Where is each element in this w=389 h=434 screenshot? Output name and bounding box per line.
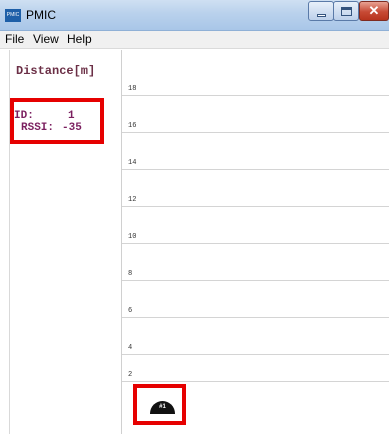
close-button[interactable]: ✕ [359,1,389,21]
rssi-value: -35 [62,122,82,134]
tick-label: 12 [128,196,137,204]
menu-bar: File View Help [0,31,389,49]
window-title: PMIC [26,8,56,22]
tick-label: 6 [128,307,133,315]
distance-label: Distance[m] [16,64,96,78]
app-icon: PMIC [5,9,21,22]
maximize-icon [341,7,352,16]
tick-label: 16 [128,122,137,130]
grid-line [122,132,389,133]
tick-label: 10 [128,233,137,241]
grid-line [122,317,389,318]
grid-line [122,95,389,96]
grid-line [122,243,389,244]
menu-view[interactable]: View [33,32,59,46]
title-bar[interactable]: PMIC PMIC ✕ [0,0,389,31]
tick-label: 8 [128,270,133,278]
tick-label: 4 [128,344,133,352]
minimize-icon [317,14,326,17]
menu-help[interactable]: Help [67,32,92,46]
distance-plot: 18 16 14 12 10 8 6 4 2 [121,50,389,434]
menu-file[interactable]: File [5,32,24,46]
id-label: ID: [14,110,34,122]
close-icon: ✕ [368,3,380,18]
grid-line [122,169,389,170]
maximize-button[interactable] [333,1,359,21]
marker-label: #1 [159,404,166,410]
tick-label: 2 [128,371,133,379]
grid-line [122,381,389,382]
grid-line [122,206,389,207]
rssi-label: RSSI: [21,122,55,134]
tick-label: 14 [128,159,137,167]
id-value: 1 [68,110,75,122]
grid-line [122,354,389,355]
tick-label: 18 [128,85,137,93]
minimize-button[interactable] [308,1,334,21]
grid-line [122,280,389,281]
